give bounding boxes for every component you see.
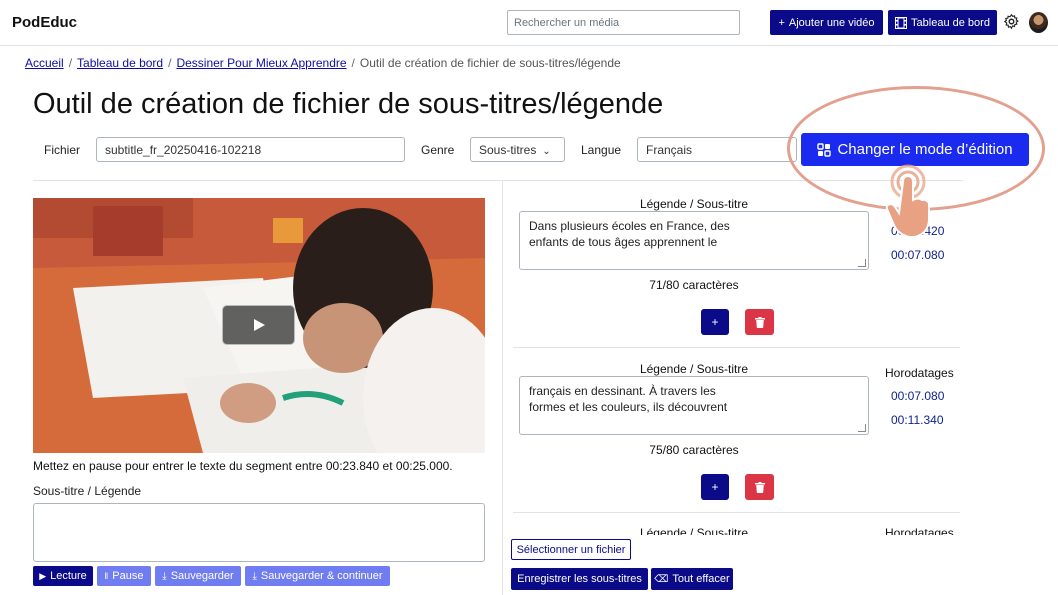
brand-logo[interactable]: PodEduc [12,14,77,31]
gear-icon[interactable] [1003,13,1020,30]
segment-textarea[interactable]: Dans plusieurs écoles en France, des enf… [519,211,869,270]
save-continue-label: Sauvegarder & continuer [260,570,383,582]
save-button[interactable]: ⤓ Sauvegarder [155,566,241,586]
dashboard-label: Tableau de bord [911,16,990,29]
trash-icon [754,481,765,493]
plus-icon: + [778,16,785,29]
segment-textarea[interactable]: français en dessinant. À travers les for… [519,376,869,435]
segment-text-line: français en dessinant. À travers les [529,384,716,398]
breadcrumb-dashboard[interactable]: Tableau de bord [77,56,163,70]
top-navbar: PodEduc + Ajouter une vidéo Tableau de b… [0,0,1058,46]
breadcrumb: Accueil / Tableau de bord / Dessiner Pour Mi… [25,56,621,70]
segment-partial: Légende / Sous-titre Horodatages [513,520,960,535]
breadcrumb-current: Outil de création de fichier de sous-tit… [359,56,621,70]
breadcrumb-video[interactable]: Dessiner Pour Mieux Apprendre [176,56,346,70]
delete-segment-button[interactable] [745,474,774,500]
char-count: 71/80 caractères [649,278,739,292]
clear-all-button[interactable]: ⌫ Tout effacer [651,568,733,590]
search-input[interactable] [507,10,740,35]
timestamp-end[interactable]: 00:07.080 [891,248,944,262]
add-video-button[interactable]: + Ajouter une vidéo [770,10,883,35]
film-icon [895,16,908,29]
delete-segment-button[interactable] [745,309,774,335]
segment-title: Légende / Sous-titre [639,197,749,211]
resize-handle-icon[interactable] [858,259,866,267]
save-subtitles-button[interactable]: Enregistrer les sous-titres [511,568,648,590]
pause-button[interactable]: ‖ Pause [97,566,151,586]
add-segment-button[interactable]: + [701,474,729,500]
pause-label: Pause [112,570,144,582]
genre-select[interactable]: Sous-titres ⌄ [470,137,565,162]
file-name-input[interactable]: subtitle_fr_20250416-102218 [96,137,405,162]
timestamps-label: Horodatages [885,366,954,380]
play-small-icon: ▶ [39,570,47,581]
pause-icon: ‖ [104,571,109,581]
segment-title: Légende / Sous-titre [639,526,749,535]
dashboard-button[interactable]: Tableau de bord [888,10,997,35]
genre-label: Genre [421,143,455,157]
eraser-icon: ⌫ [654,573,669,585]
language-label: Langue [581,143,622,157]
play-label: Lecture [50,570,87,582]
download-icon: ⤓ [252,570,257,582]
clear-all-label: Tout effacer [672,573,730,585]
add-video-label: Ajouter une vidéo [788,16,875,29]
timestamps-label: Horodatages [885,526,954,535]
genre-value: Sous-titres [479,143,537,157]
subtitle-label: Sous-titre / Légende [33,484,142,498]
subtitle-textarea[interactable] [33,503,485,562]
timestamp-end[interactable]: 00:11.340 [891,413,944,427]
add-segment-button[interactable]: + [701,309,729,335]
timestamp-start[interactable]: 00:07.080 [891,389,944,403]
segment-divider [513,512,960,513]
trash-icon [754,316,765,328]
column-divider [502,181,503,595]
pause-note: Mettez en pause pour entrer le texte du … [33,459,453,473]
download-icon: ⤓ [162,570,167,582]
select-file-button[interactable]: Sélectionner un fichier [511,539,631,560]
play-overlay-button[interactable] [222,305,295,345]
save-continue-button[interactable]: ⤓ Sauvegarder & continuer [245,566,390,586]
segment-title: Légende / Sous-titre [639,362,749,376]
play-icon [253,319,265,331]
language-value: Français [646,143,693,157]
breadcrumb-home[interactable]: Accueil [25,56,64,70]
segment-text-line: formes et les couleurs, ils découvrent [529,400,728,414]
segment-text-line: enfants de tous âges apprennent le [529,235,718,249]
play-button[interactable]: ▶ Lecture [33,566,93,586]
resize-handle-icon[interactable] [858,424,866,432]
chevron-down-icon: ⌄ [542,146,551,157]
pointing-hand-icon [885,164,930,238]
save-label: Sauvegarder [170,570,234,582]
segment-divider [513,347,960,348]
language-select[interactable]: Français [637,137,797,162]
avatar[interactable] [1029,12,1048,33]
page-title: Outil de création de fichier de sous-tit… [33,88,664,120]
char-count: 75/80 caractères [649,443,739,457]
segment-text-line: Dans plusieurs écoles en France, des [529,219,730,233]
file-label: Fichier [44,143,81,157]
